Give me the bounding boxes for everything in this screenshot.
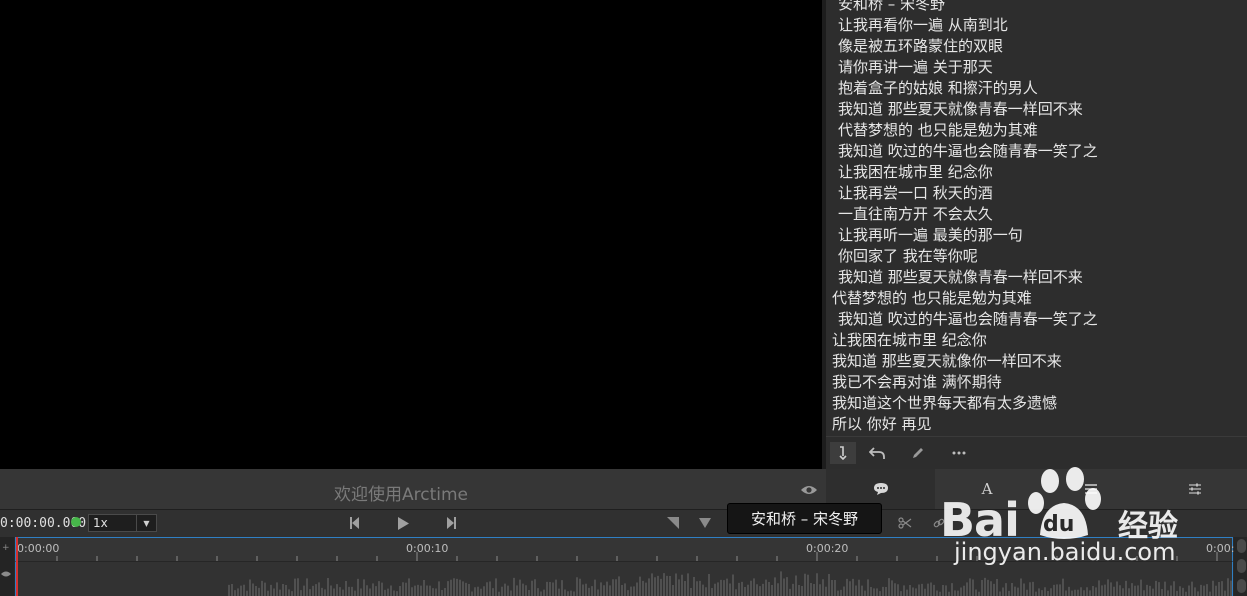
waveform-graphic — [228, 571, 1232, 596]
scissors-icon — [898, 517, 912, 529]
tab-list[interactable] — [1039, 469, 1143, 509]
undo-button[interactable] — [864, 442, 890, 464]
tooltip: 安和桥 – 宋冬野 — [727, 503, 882, 534]
lyric-line[interactable]: 让我困在城市里 纪念你 — [826, 162, 1247, 183]
lyrics-list[interactable]: 安和桥 – 宋冬野 让我再看你一遍 从南到北 像是被五环路蒙住的双眼 请你再讲一… — [826, 0, 1247, 435]
mark-in-button[interactable] — [664, 514, 682, 532]
timeline[interactable]: + 0:00:00 0:00:10 0:00:20 0:00:30 — [0, 537, 1247, 596]
lyric-line[interactable]: 一直往南方开 不会太久 — [826, 204, 1247, 225]
track-header: + — [0, 537, 14, 596]
audio-waveform[interactable] — [15, 561, 1233, 596]
tooltip-text: 安和桥 – 宋冬野 — [750, 510, 859, 528]
lyric-line[interactable]: 请你再讲一遍 关于那天 — [826, 57, 1247, 78]
link-icon — [933, 518, 945, 528]
lyric-line[interactable]: 我知道 那些夏天就像你一样回不来 — [826, 351, 1247, 372]
lyric-line[interactable]: 代替梦想的 也只能是勉为其难 — [826, 120, 1247, 141]
skip-forward-button[interactable] — [442, 514, 460, 532]
tick-label: 0:00:20 — [806, 542, 849, 555]
insert-button[interactable] — [830, 442, 856, 464]
sliders-icon — [1189, 483, 1201, 495]
lyrics-panel[interactable]: 安和桥 – 宋冬野 让我再看你一遍 从南到北 像是被五环路蒙住的双眼 请你再讲一… — [826, 0, 1247, 436]
time-ruler[interactable]: 0:00:00 0:00:10 0:00:20 0:00:30 — [15, 537, 1247, 561]
scroll-knob[interactable] — [1237, 559, 1246, 573]
welcome-text: 欢迎使用Arctime — [334, 485, 468, 505]
lyric-line[interactable]: 你回家了 我在等你呢 — [826, 246, 1247, 267]
lyric-line[interactable]: 让我困在城市里 纪念你 — [826, 330, 1247, 351]
lyric-line[interactable]: 我知道 那些夏天就像青春一样回不来 — [826, 99, 1247, 120]
tick-label: 0:00:00 — [17, 542, 60, 555]
lyric-line[interactable]: 所以 你好 再见 — [826, 414, 1247, 435]
ruler-ticks — [16, 552, 1218, 561]
lyric-line[interactable]: 我已不会再对谁 满怀期待 — [826, 372, 1247, 393]
skip-back-icon — [350, 517, 359, 529]
side-tabs: A — [826, 469, 1247, 509]
transport-bar: 0:00:00.000 1x ▼ — [0, 509, 1247, 537]
undo-icon — [869, 447, 885, 459]
scroll-knob[interactable] — [1237, 539, 1246, 553]
speech-bubble-icon — [873, 483, 888, 495]
tab-font-style[interactable]: A — [935, 469, 1039, 509]
video-preview[interactable] — [0, 0, 822, 469]
lyric-line[interactable]: 安和桥 – 宋冬野 — [826, 0, 1247, 15]
lyric-line[interactable]: 我知道这个世界每天都有太多遗憾 — [826, 393, 1247, 414]
skip-back-button[interactable] — [346, 514, 364, 532]
playhead[interactable] — [16, 537, 18, 596]
chevron-down-icon[interactable]: ▼ — [136, 515, 156, 531]
mark-in-icon — [667, 517, 679, 529]
lyric-line[interactable]: 让我再听一遍 最美的那一句 — [826, 225, 1247, 246]
insert-down-icon — [839, 446, 847, 460]
lyric-line[interactable]: 像是被五环路蒙住的双眼 — [826, 36, 1247, 57]
speed-select[interactable]: 1x ▼ — [88, 514, 157, 532]
timeline-side-scroller[interactable] — [1234, 537, 1247, 596]
lyric-line[interactable]: 我知道 吹过的牛逼也会随青春一笑了之 — [826, 141, 1247, 162]
more-button[interactable] — [946, 442, 972, 464]
lyric-line[interactable]: 让我再看你一遍 从南到北 — [826, 15, 1247, 36]
lyric-line[interactable]: 抱着盒子的姑娘 和擦汗的男人 — [826, 78, 1247, 99]
play-icon — [398, 516, 409, 530]
lyric-line[interactable]: 我知道 吹过的牛逼也会随青春一笑了之 — [826, 309, 1247, 330]
tick-label: 0:00:10 — [406, 542, 449, 555]
lyric-line[interactable]: 我知道 那些夏天就像青春一样回不来 — [826, 267, 1247, 288]
eye-icon[interactable] — [800, 483, 818, 497]
lyrics-toolbar — [826, 436, 1247, 469]
edit-button[interactable] — [905, 442, 931, 464]
preview-status-bar: 欢迎使用Arctime — [0, 469, 826, 509]
scroll-knob[interactable] — [1237, 579, 1246, 593]
skip-forward-icon — [447, 517, 456, 529]
more-icon — [952, 451, 966, 455]
track-eye-icon[interactable] — [1, 570, 11, 578]
speed-value: 1x — [93, 516, 108, 530]
cut-button[interactable] — [896, 514, 914, 532]
link-button[interactable] — [930, 514, 948, 532]
plus-icon[interactable]: + — [2, 543, 10, 553]
list-icon — [1085, 484, 1097, 494]
mark-down-button[interactable] — [696, 514, 714, 532]
lyric-line[interactable]: 代替梦想的 也只能是勉为其难 — [826, 288, 1247, 309]
lyric-line[interactable]: 让我再尝一口 秋天的酒 — [826, 183, 1247, 204]
status-dot — [71, 517, 81, 527]
font-tab-label: A — [981, 480, 993, 498]
tab-settings[interactable] — [1143, 469, 1247, 509]
play-button[interactable] — [394, 514, 412, 532]
pencil-icon — [913, 448, 923, 458]
triangle-down-icon — [699, 518, 711, 528]
